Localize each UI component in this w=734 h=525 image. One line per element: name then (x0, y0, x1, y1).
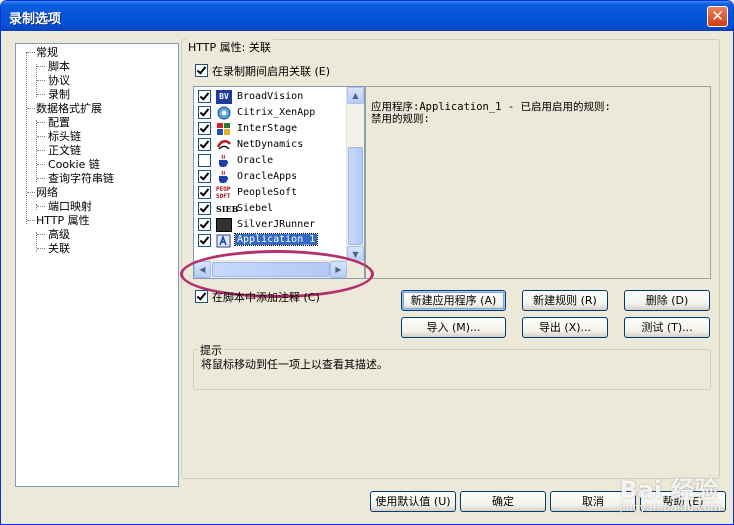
new-application-button[interactable]: 新建应用程序 (A) (401, 290, 506, 311)
watermark-text: Bai 经验 (619, 476, 719, 504)
tree-item-data-format-ext[interactable]: 数据格式扩展 (36, 102, 102, 115)
list-item-checkbox[interactable] (198, 218, 211, 231)
list-item[interactable]: Oracle (198, 153, 347, 169)
tree-item-protocol[interactable]: 协议 (48, 74, 70, 87)
enable-correlation-checkbox[interactable] (195, 64, 208, 77)
scroll-up-arrow-icon[interactable]: ▲ (347, 87, 364, 104)
delete-button[interactable]: 删除 (D) (624, 290, 710, 311)
export-button[interactable]: 导出 (X)... (522, 317, 608, 338)
recording-options-dialog: 录制选项 ✕ 常规 脚本 协议 录制 数据格式扩展 配置 标头链 正文链 Coo… (0, 0, 734, 525)
tree-item-body-chain[interactable]: 正文链 (48, 144, 81, 157)
peoplesoft-icon: PEOP SOFT (216, 186, 231, 200)
list-item-checkbox[interactable] (198, 138, 211, 151)
list-item[interactable]: NetDynamics (198, 137, 347, 153)
list-item-label: InterStage (237, 123, 298, 134)
close-button[interactable]: ✕ (707, 6, 728, 27)
netdynamics-icon (216, 138, 232, 152)
tree-item-configuration[interactable]: 配置 (48, 116, 70, 129)
list-item[interactable]: Citrix_XenApp (198, 105, 347, 121)
dialog-client-area: 常规 脚本 协议 录制 数据格式扩展 配置 标头链 正文链 Cookie 链 查… (4, 31, 730, 523)
tree-item-script[interactable]: 脚本 (48, 60, 70, 73)
options-tree: 常规 脚本 协议 录制 数据格式扩展 配置 标头链 正文链 Cookie 链 查… (15, 43, 179, 487)
window-title: 录制选项 (9, 12, 62, 27)
tree-item-http-properties[interactable]: HTTP 属性 (36, 214, 90, 227)
watermark: Bai 经验 jingyan.baidu.com (619, 470, 721, 514)
import-button[interactable]: 导入 (M)... (401, 317, 506, 338)
list-item-label: NetDynamics (237, 139, 304, 150)
list-item-checkbox[interactable] (198, 234, 211, 247)
interstage-icon (216, 122, 232, 136)
list-item-label: Siebel (237, 203, 274, 214)
list-item-label: Oracle (237, 155, 274, 166)
list-item[interactable]: SilverJRunner (198, 217, 347, 233)
list-item-checkbox[interactable] (198, 122, 211, 135)
java-cup-icon (216, 170, 232, 184)
list-item[interactable]: BV BroadVision (198, 89, 347, 105)
list-item-label: OracleApps (237, 171, 298, 182)
scroll-thumb[interactable] (348, 147, 363, 245)
list-item-checkbox[interactable] (198, 186, 211, 199)
list-item-label: Citrix_XenApp (237, 107, 316, 118)
list-item-checkbox[interactable] (198, 90, 211, 103)
tree-item-cookie-chain[interactable]: Cookie 链 (48, 158, 100, 171)
add-comments-checkbox[interactable] (195, 290, 208, 303)
list-item[interactable]: InterStage (198, 121, 347, 137)
enable-correlation-label: 在录制期间启用关联 (E) (212, 65, 331, 78)
application-icon (216, 234, 232, 248)
list-item-label[interactable]: Application_1 (233, 233, 319, 246)
list-item-label: PeopleSoft (237, 187, 298, 198)
tree-item-header-chain[interactable]: 标头链 (48, 130, 81, 143)
siebel-icon: SIEB (216, 204, 239, 214)
ok-button[interactable]: 确定 (460, 491, 546, 512)
tree-item-recording[interactable]: 录制 (48, 88, 70, 101)
rule-info-box: 应用程序:Application_1 - 已启用启用的规则: 禁用的规则: (365, 86, 711, 279)
list-item-checkbox[interactable] (198, 106, 211, 119)
watermark-url: jingyan.baidu.com (619, 501, 721, 514)
use-defaults-button[interactable]: 使用默认值 (U) (370, 491, 456, 512)
tree-item-advanced[interactable]: 高级 (48, 228, 70, 241)
list-item[interactable]: OracleApps (198, 169, 347, 185)
list-item-checkbox[interactable] (198, 170, 211, 183)
section-title: HTTP 属性: 关联 (186, 39, 273, 55)
list-item-checkbox[interactable] (198, 154, 211, 167)
list-item[interactable]: PEOP SOFT PeopleSoft (198, 185, 347, 201)
list-item-label: BroadVision (237, 91, 304, 102)
list-item-selected[interactable]: Application_1 (198, 233, 347, 249)
citrix-icon (216, 106, 232, 120)
list-item-label: SilverJRunner (237, 219, 316, 230)
add-comments-label: 在脚本中添加注释 (C) (212, 291, 320, 304)
new-rule-button[interactable]: 新建规则 (R) (522, 290, 608, 311)
tree-item-general[interactable]: 常规 (36, 46, 58, 59)
list-item-checkbox[interactable] (198, 202, 211, 215)
silverjrunner-icon (216, 218, 232, 232)
tree-item-query-string-chain[interactable]: 查询字符串链 (48, 172, 114, 185)
tree-item-port-mapping[interactable]: 端口映射 (48, 200, 92, 213)
list-item[interactable]: SIEB Siebel (198, 201, 347, 217)
tree-item-network[interactable]: 网络 (36, 186, 58, 199)
list-vertical-scrollbar[interactable]: ▲ ▼ (346, 87, 364, 263)
hint-text: 将鼠标移动到任一项上以查看其描述。 (201, 358, 388, 371)
tree-item-correlation[interactable]: 关联 (48, 242, 70, 255)
broadvision-icon: BV (216, 90, 232, 104)
java-cup-icon (216, 154, 232, 168)
info-line-2: 禁用的规则: (371, 113, 430, 125)
test-button[interactable]: 测试 (T)... (624, 317, 710, 338)
title-bar: 录制选项 ✕ (1, 1, 733, 31)
